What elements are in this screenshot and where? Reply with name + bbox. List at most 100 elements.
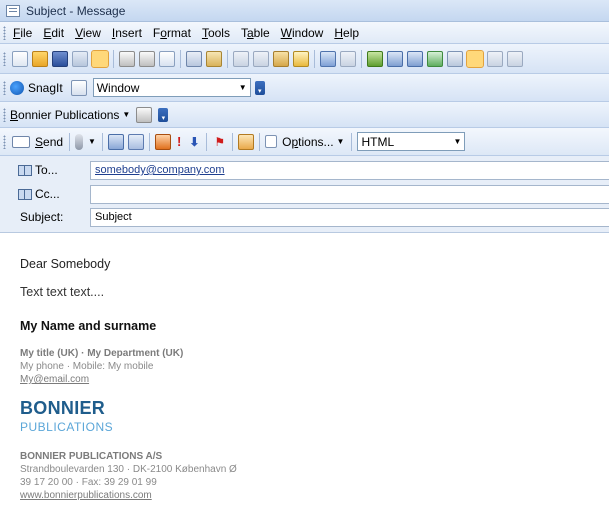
attach-document-icon[interactable] [91,49,109,68]
snagit-profile-select[interactable]: Window ▼ [92,78,251,97]
toolbar-separator [232,132,234,151]
company-website-link[interactable]: www.bonnierpublications.com [20,490,152,501]
menu-format[interactable]: Format [150,26,199,40]
address-book-icon [18,188,32,200]
importance-high-icon[interactable]: ! [177,134,181,149]
chevron-down-icon[interactable]: ▼ [88,137,96,146]
address-book-icon[interactable] [107,133,124,150]
bonnier-logo-sub: PUBLICATIONS [20,420,114,434]
permission-icon[interactable] [72,50,88,67]
toolbar-separator [148,132,150,151]
permission-envelope-icon[interactable] [238,133,255,150]
toolbar-grip[interactable] [3,80,6,95]
to-field[interactable]: somebody@company.com [90,160,609,180]
hyperlink-icon[interactable] [367,50,383,67]
print-icon[interactable] [119,50,135,67]
toolbar-options-icon[interactable]: ▾ [158,107,169,122]
toolbar-options-icon[interactable]: ▾ [254,80,265,95]
toolbar-separator [351,132,353,151]
preview-icon[interactable] [159,50,175,67]
standard-toolbar [0,44,609,74]
snagit-icon [10,80,24,95]
menu-window[interactable]: Window [278,26,332,40]
importance-low-icon[interactable]: ⬇ [189,135,199,149]
chevron-down-icon: ▼ [453,137,462,146]
menu-help[interactable]: Help [331,26,367,40]
new-document-icon[interactable] [12,50,28,67]
document-map-icon[interactable] [487,50,503,67]
paste-icon[interactable] [273,50,289,67]
open-folder-icon[interactable] [32,50,48,67]
message-icon [6,4,20,17]
signature-name: My Name and surname [20,319,157,333]
chevron-down-icon: ▼ [122,110,131,119]
bonnier-toolbar: Bonnier Publications ▼ ▾ [0,102,609,128]
signature-phone: My phone · Mobile: My mobile [20,361,154,372]
subject-row: Subject: Subject [0,206,609,228]
copy-icon[interactable] [253,50,269,67]
spelling-icon[interactable] [186,50,202,67]
undo-icon[interactable] [320,50,336,67]
bonnier-publications-menu[interactable]: Bonnier Publications ▼ [10,108,130,122]
menu-view[interactable]: View [72,26,109,40]
tables-icon[interactable] [387,50,403,67]
drawing-icon[interactable] [466,49,484,68]
redo-icon[interactable] [340,50,356,67]
print-preview-icon[interactable] [139,50,155,67]
message-format-select[interactable]: HTML ▼ [357,132,466,151]
toolbar-separator [113,49,114,68]
title-bar: Subject - Message [0,0,609,22]
window-title: Subject - Message [26,3,126,18]
snagit-capture-icon[interactable] [70,79,87,96]
cc-field[interactable] [90,184,609,204]
snagit-button[interactable]: SnagIt [10,80,63,95]
to-button[interactable]: To... [18,160,82,180]
toolbar-separator [101,132,103,151]
snagit-toolbar: SnagIt Window ▼ ▾ [0,74,609,102]
company-address: Strandboulevarden 130 · DK-2100 Københav… [20,464,237,475]
toolbar-separator [259,132,261,151]
toolbar-grip[interactable] [3,25,6,40]
save-icon[interactable] [52,50,68,67]
paperclip-icon[interactable] [75,133,84,150]
signature-icon[interactable] [154,133,171,150]
toolbar-separator [206,132,208,151]
toolbar-separator [69,132,71,151]
company-phone: 39 17 20 00 · Fax: 39 29 01 99 [20,477,157,488]
cut-icon[interactable] [233,50,249,67]
menu-edit[interactable]: Edit [40,26,72,40]
message-body[interactable]: Dear Somebody Text text text.... My Name… [0,234,609,530]
chevron-down-icon: ▼ [238,83,247,92]
signature-email-link[interactable]: My@email.com [20,374,89,385]
subject-field[interactable]: Subject [90,207,609,227]
menu-table[interactable]: Table [238,26,278,40]
columns-icon[interactable] [447,50,463,67]
send-icon [12,135,30,148]
chevron-down-icon[interactable]: ▼ [337,137,345,146]
toolbar-grip[interactable] [3,51,6,66]
format-painter-icon[interactable] [293,50,309,67]
menu-file[interactable]: File [10,26,40,40]
to-row: To... somebody@company.com [0,159,609,181]
options-button[interactable]: Options... [282,135,333,149]
email-toolbar: Send ▼ ! ⬇ ⚑ Options... ▼ HTML ▼ [0,128,609,156]
send-button[interactable]: Send [35,135,63,149]
print-icon[interactable] [136,106,153,123]
cc-button[interactable]: Cc... [18,184,82,204]
flag-icon[interactable]: ⚑ [214,135,225,149]
toolbar-grip[interactable] [3,107,6,122]
company-name: BONNIER PUBLICATIONS A/S [20,451,163,462]
menu-bar: File Edit View Insert Format Tools Table… [0,22,609,44]
insert-table-icon[interactable] [407,50,423,67]
toolbar-grip[interactable] [3,134,6,149]
toolbar-separator [314,49,315,68]
toolbar-separator [361,49,362,68]
show-hide-icon[interactable] [507,50,523,67]
menu-tools[interactable]: Tools [199,26,238,40]
insert-spreadsheet-icon[interactable] [427,50,443,67]
menu-insert[interactable]: Insert [109,26,150,40]
research-icon[interactable] [206,50,222,67]
body-text: Text text text.... [20,285,105,299]
check-names-icon[interactable] [127,133,144,150]
greeting-text: Dear Somebody [20,257,111,271]
